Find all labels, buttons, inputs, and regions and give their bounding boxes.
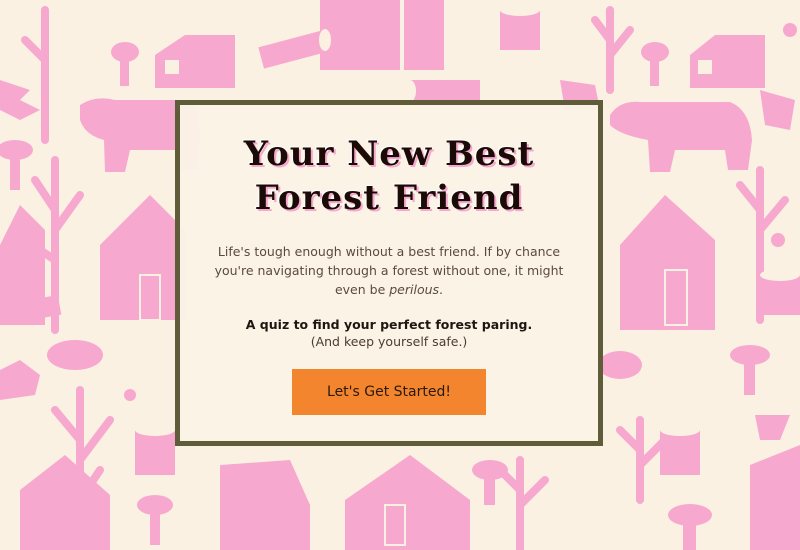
- intro-emphasis: perilous: [389, 282, 440, 297]
- tree-icon: [21, 6, 49, 144]
- page-title: Your New Best Forest Friend: [180, 132, 598, 220]
- bear-icon: [610, 101, 752, 172]
- title-line-2: Forest Friend: [254, 178, 524, 218]
- bird-icon: [0, 80, 40, 120]
- intro-end: .: [439, 282, 444, 297]
- mushroom-icon: [472, 460, 508, 505]
- quiz-tagline: A quiz to find your perfect forest parin…: [245, 317, 533, 332]
- welcome-card: Your New Best Forest Friend Life's tough…: [175, 100, 603, 446]
- rabbit-icon: [0, 360, 40, 400]
- title-line-1: Your New Best: [243, 134, 535, 174]
- house-icon: [690, 35, 765, 88]
- log-icon: [404, 80, 480, 102]
- acorn-icon: [124, 389, 136, 401]
- house-icon: [155, 35, 235, 88]
- tree-stump-icon: [760, 269, 800, 315]
- house-icon: [100, 195, 185, 321]
- tree-icon: [616, 416, 669, 504]
- tree-stump-icon: [660, 424, 700, 475]
- house-icon: [220, 460, 310, 550]
- bird-icon: [755, 415, 790, 440]
- mushroom-icon: [730, 345, 770, 395]
- mushroom-icon: [668, 504, 712, 550]
- acorn-icon: [771, 233, 785, 247]
- mushroom-icon: [137, 495, 173, 545]
- tree-icon: [591, 6, 634, 94]
- mushroom-icon: [641, 42, 669, 86]
- intro-text: Life's tough enough without a best frien…: [209, 242, 569, 299]
- tree-stump-icon: [135, 424, 175, 475]
- house-icon: [620, 195, 715, 330]
- tree-stump-icon: [500, 4, 540, 50]
- house-icon: [320, 0, 444, 70]
- quiz-tagline-sub: (And keep yourself safe.): [310, 334, 468, 349]
- bird-icon: [760, 90, 795, 130]
- house-icon: [750, 445, 800, 550]
- mushroom-icon: [0, 140, 33, 190]
- acorn-icon: [783, 23, 797, 37]
- get-started-button[interactable]: Let's Get Started!: [292, 369, 486, 415]
- hedgehog-icon: [598, 351, 642, 379]
- hedgehog-icon: [47, 340, 103, 370]
- mushroom-icon: [111, 42, 139, 86]
- house-icon: [345, 455, 470, 550]
